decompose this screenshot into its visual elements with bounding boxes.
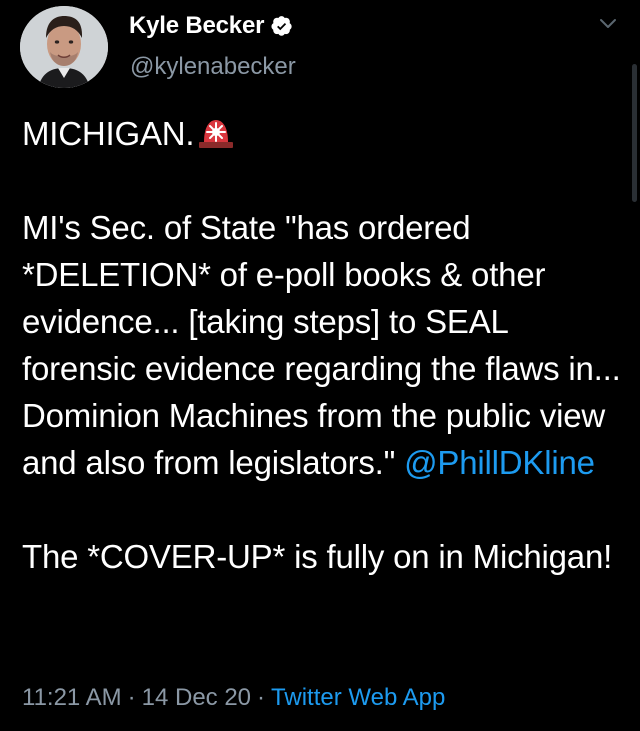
author-handle[interactable]: @kylenabecker bbox=[130, 53, 296, 81]
avatar[interactable] bbox=[20, 6, 108, 88]
tweet-paragraph: The *COVER-UP* is fully on in Michigan! bbox=[22, 533, 622, 580]
author-name-row[interactable]: Kyle Becker bbox=[129, 12, 293, 40]
tweet-line-1: MICHIGAN. bbox=[22, 115, 195, 152]
tweet-time[interactable]: 11:21 AM bbox=[22, 684, 122, 711]
mention-link[interactable]: @PhillDKline bbox=[404, 444, 595, 481]
meta-separator: · bbox=[257, 684, 266, 711]
tweet: Kyle Becker @kylenabecker MICHIGAN. MI's… bbox=[0, 0, 640, 731]
tweet-paragraph: MI's Sec. of State "has ordered *DELETIO… bbox=[22, 204, 622, 486]
avatar-photo bbox=[20, 6, 108, 88]
verified-badge-icon bbox=[271, 16, 292, 36]
tweet-meta: 11:21 AM · 14 Dec 20 · Twitter Web App bbox=[22, 684, 445, 712]
tweet-date[interactable]: 14 Dec 20 bbox=[142, 684, 251, 711]
chevron-down-icon[interactable] bbox=[596, 14, 620, 34]
scrollbar[interactable] bbox=[632, 64, 637, 202]
meta-separator: · bbox=[127, 684, 136, 711]
tweet-source-link[interactable]: Twitter Web App bbox=[271, 684, 445, 711]
tweet-paragraph: MICHIGAN. bbox=[22, 110, 622, 157]
tweet-text: MICHIGAN. MI's Sec. of State "has ordere… bbox=[22, 110, 622, 580]
tweet-closing-text: The *COVER-UP* is fully on in Michigan! bbox=[22, 538, 613, 575]
display-name[interactable]: Kyle Becker bbox=[129, 12, 264, 40]
tweet-quote-text: MI's Sec. of State "has ordered *DELETIO… bbox=[22, 209, 621, 481]
rotating-light-siren-icon bbox=[199, 120, 234, 148]
